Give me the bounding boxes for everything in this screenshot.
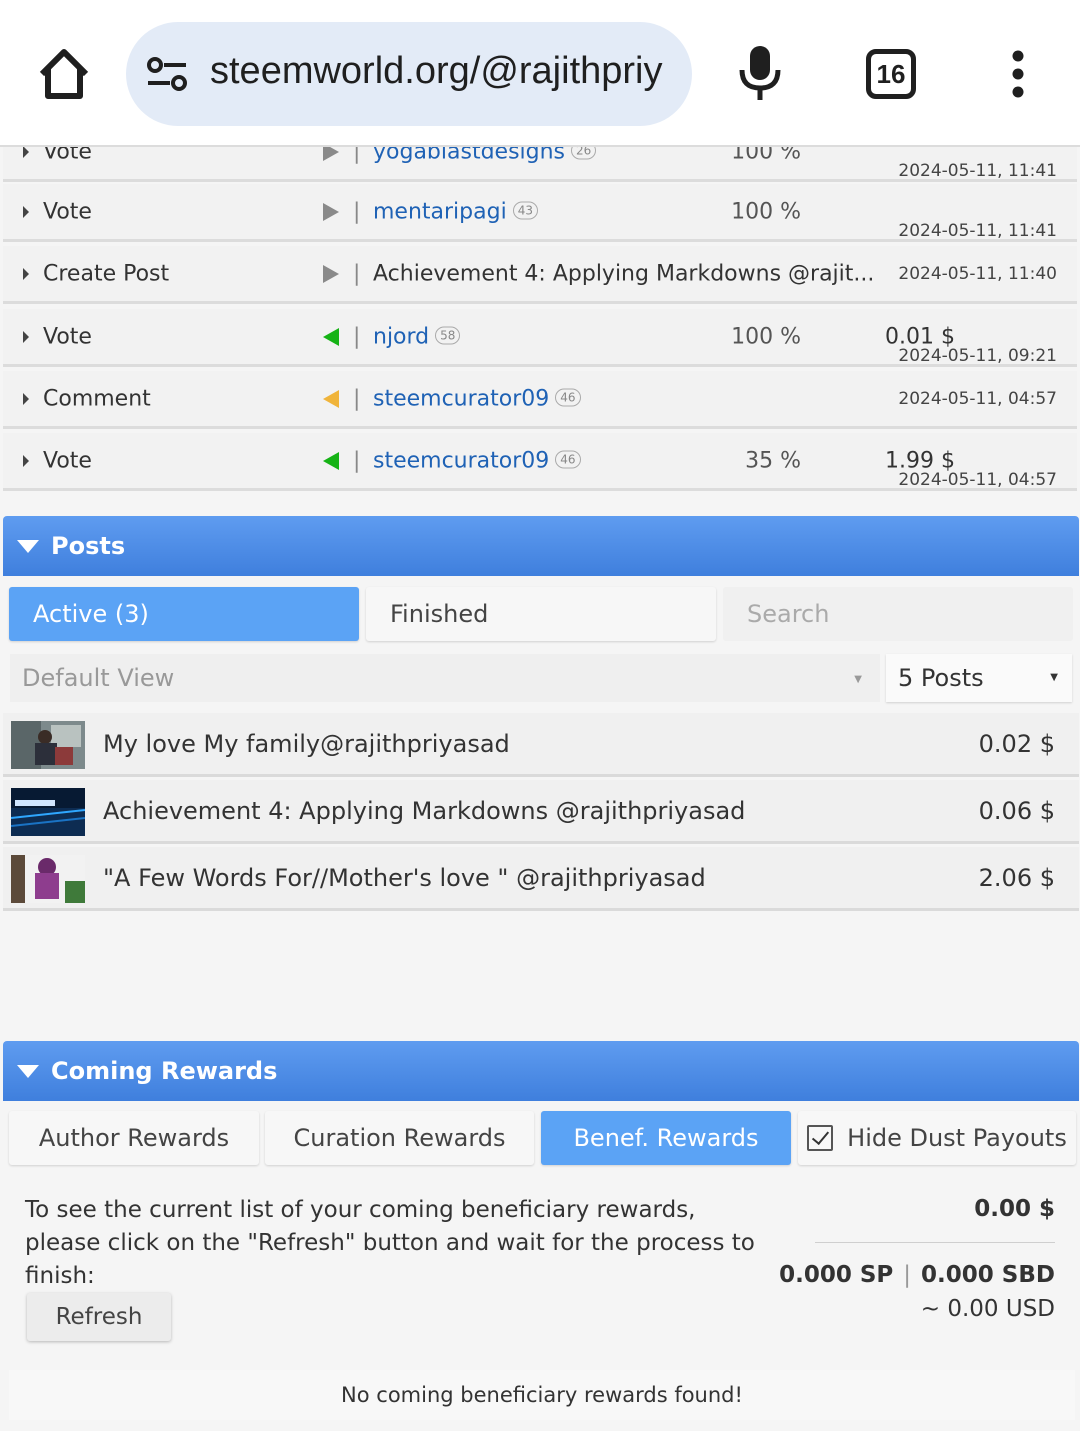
activity-type: Vote — [43, 324, 92, 349]
divider — [815, 1242, 1055, 1243]
tab-curation-rewards[interactable]: Curation Rewards — [265, 1111, 534, 1165]
activity-type: Comment — [43, 386, 151, 411]
reputation-badge: 43 — [512, 201, 538, 219]
post-thumbnail[interactable] — [11, 788, 85, 836]
expand-caret-icon[interactable] — [23, 330, 29, 343]
vote-weight: 100 % — [731, 199, 801, 224]
info-text: To see the current list of your coming b… — [25, 1197, 755, 1289]
separator: | — [353, 386, 361, 411]
coming-rewards-section-header[interactable]: Coming Rewards — [3, 1041, 1079, 1101]
separator: | — [353, 199, 361, 224]
incoming-comment-arrow-icon — [323, 389, 339, 408]
url-text[interactable]: steemworld.org/@rajithpriy — [210, 50, 680, 93]
expand-caret-icon[interactable] — [23, 267, 29, 280]
timestamp: 2024-05-11, 11:40 — [898, 263, 1057, 284]
vote-weight: 100 % — [731, 324, 801, 349]
expand-caret-icon[interactable] — [23, 145, 29, 158]
dropdown-arrow-icon: ▼ — [854, 674, 862, 685]
reputation-badge: 58 — [435, 326, 461, 344]
expand-caret-icon[interactable] — [23, 205, 29, 218]
activity-account-link[interactable]: njord 58 — [373, 324, 461, 349]
separator: | — [353, 448, 361, 473]
search-posts-input[interactable]: Search — [723, 587, 1073, 641]
checkbox-checked-icon[interactable] — [807, 1125, 834, 1151]
timestamp: 2024-05-11, 11:41 — [898, 221, 1057, 241]
activity-row[interactable]: Vote | mentaripagi 43 100 % 2024-05-11, 1… — [3, 184, 1077, 242]
post-title[interactable]: Achievement 4: Applying Markdowns @rajit… — [103, 797, 745, 825]
timestamp: 2024-05-11, 04:57 — [898, 388, 1057, 409]
post-row[interactable]: My love My family@rajithpriyasad 0.02 $ — [3, 713, 1079, 777]
reputation-badge: 46 — [555, 388, 581, 406]
post-thumbnail[interactable] — [11, 855, 85, 903]
timestamp: 2024-05-11, 11:41 — [898, 161, 1057, 181]
expand-caret-icon[interactable] — [23, 454, 29, 467]
collapse-triangle-icon — [17, 1065, 39, 1078]
post-row[interactable]: "A Few Words For//Mother's love " @rajit… — [3, 847, 1079, 911]
activity-type: Create Post — [43, 261, 170, 286]
post-title-link[interactable]: Achievement 4: Applying Markdowns @rajit… — [373, 261, 874, 286]
empty-message: No coming beneficiary rewards found! — [9, 1370, 1075, 1420]
post-title[interactable]: "A Few Words For//Mother's love " @rajit… — [103, 864, 706, 892]
separator: | — [353, 324, 361, 349]
sp-amount: 0.000 SP — [779, 1262, 894, 1288]
activity-type: Vote — [43, 199, 92, 224]
post-count-value: 5 Posts — [898, 664, 984, 692]
hide-dust-toggle[interactable]: Hide Dust Payouts — [798, 1111, 1076, 1165]
activity-row[interactable]: Vote | steemcurator09 46 35 % 1.99 $ 2024… — [3, 433, 1077, 491]
address-bar[interactable]: steemworld.org/@rajithpriy — [126, 22, 692, 126]
dropdown-arrow-icon: ▼ — [1050, 672, 1058, 683]
activity-row[interactable]: Comment | steemcurator09 46 2024-05-11, 0… — [3, 371, 1077, 429]
post-payout: 2.06 $ — [978, 863, 1055, 892]
page: steemworld.org/@rajithpriy 16 Vote | yog… — [0, 0, 1080, 1431]
collapse-triangle-icon — [17, 540, 39, 553]
timestamp: 2024-05-11, 04:57 — [898, 470, 1057, 490]
section-title: Posts — [51, 532, 126, 560]
site-settings-icon[interactable] — [146, 56, 190, 92]
view-mode-value: Default View — [22, 664, 175, 692]
tab-switcher-button[interactable]: 16 — [866, 49, 916, 99]
overflow-menu-icon[interactable] — [1004, 50, 1032, 100]
post-thumbnail[interactable] — [11, 721, 85, 769]
home-icon[interactable] — [34, 44, 94, 104]
sp-sbd-summary: 0.000 SP | 0.000 SBD — [779, 1262, 1055, 1288]
tab-active-posts[interactable]: Active (3) — [9, 587, 359, 641]
outgoing-arrow-icon — [323, 202, 339, 221]
post-payout: 0.06 $ — [978, 796, 1055, 825]
browser-toolbar: steemworld.org/@rajithpriy 16 — [0, 0, 1080, 147]
post-title[interactable]: My love My family@rajithpriyasad — [103, 730, 510, 758]
refresh-button[interactable]: Refresh — [27, 1293, 171, 1341]
hide-dust-label: Hide Dust Payouts — [847, 1124, 1067, 1152]
outgoing-arrow-icon — [323, 264, 339, 283]
tab-benef-rewards[interactable]: Benef. Rewards — [541, 1111, 791, 1165]
microphone-icon[interactable] — [738, 44, 782, 102]
benef-rewards-panel: To see the current list of your coming b… — [3, 1176, 1079, 1431]
activity-account-link[interactable]: steemcurator09 46 — [373, 448, 581, 473]
incoming-arrow-icon — [323, 327, 339, 346]
activity-row[interactable]: Create Post | Achievement 4: Applying Ma… — [3, 246, 1077, 304]
post-row[interactable]: Achievement 4: Applying Markdowns @rajit… — [3, 780, 1079, 844]
usd-amount: ~ 0.00 USD — [920, 1296, 1055, 1322]
vote-weight: 35 % — [745, 448, 801, 473]
tab-author-rewards[interactable]: Author Rewards — [9, 1111, 259, 1165]
tab-finished-posts[interactable]: Finished — [366, 587, 716, 641]
expand-caret-icon[interactable] — [23, 392, 29, 405]
timestamp: 2024-05-11, 09:21 — [898, 346, 1057, 366]
incoming-arrow-icon — [323, 451, 339, 470]
activity-account-link[interactable]: steemcurator09 46 — [373, 386, 581, 411]
posts-section-header[interactable]: Posts — [3, 516, 1079, 576]
post-count-select[interactable]: 5 Posts ▼ — [886, 654, 1072, 702]
section-title: Coming Rewards — [51, 1057, 278, 1085]
activity-type: Vote — [43, 448, 92, 473]
activity-account-link[interactable]: mentaripagi 43 — [373, 199, 538, 224]
activity-row[interactable]: Vote | njord 58 100 % 0.01 $ 2024-05-11, … — [3, 309, 1077, 367]
total-amount: 0.00 $ — [974, 1196, 1055, 1222]
separator: | — [353, 261, 361, 286]
view-mode-select[interactable]: Default View ▼ — [10, 654, 880, 702]
post-payout: 0.02 $ — [978, 729, 1055, 758]
sbd-amount: 0.000 SBD — [921, 1262, 1055, 1288]
reputation-badge: 46 — [555, 450, 581, 468]
